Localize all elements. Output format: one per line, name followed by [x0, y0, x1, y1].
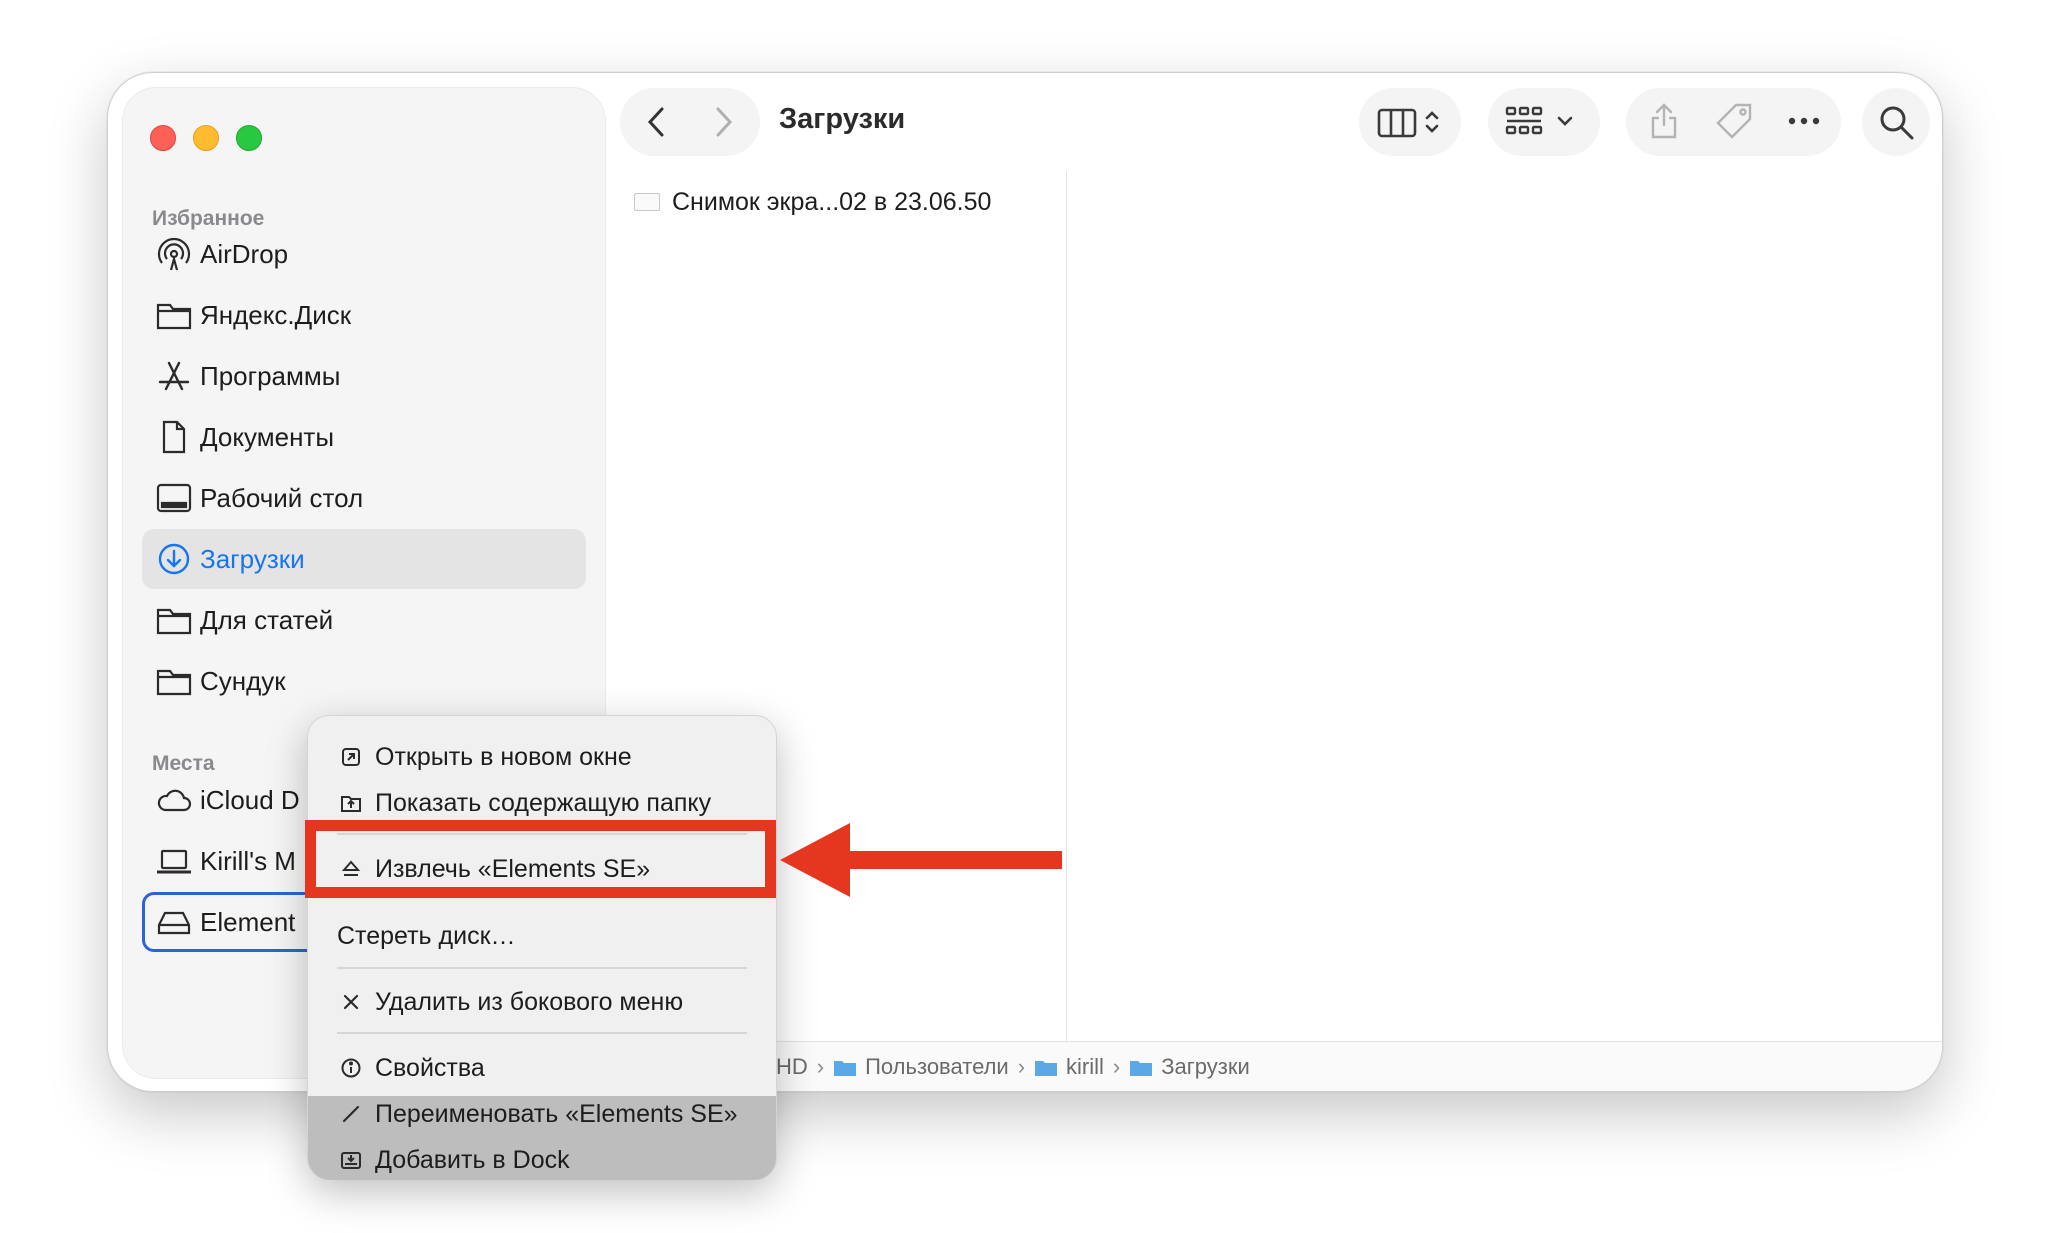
folder-icon — [156, 664, 192, 698]
forward-button[interactable] — [704, 104, 740, 140]
chevron-right-icon: › — [816, 1054, 825, 1079]
actions-group — [1626, 88, 1841, 156]
menu-separator — [337, 1032, 747, 1034]
group-by-group[interactable] — [1488, 88, 1600, 156]
menu-item-label: Стереть диск… — [337, 922, 516, 950]
sidebar-item-label: Kirill's M — [200, 845, 296, 876]
chevron-down-icon — [1556, 115, 1574, 129]
zoom-window-button[interactable] — [236, 125, 262, 151]
breadcrumb: HD › Пользователи › kirill › Загрузки — [776, 1054, 1250, 1080]
document-icon — [156, 420, 192, 454]
search-icon — [1876, 102, 1916, 142]
applications-icon — [156, 359, 192, 393]
menu-item-label: Добавить в Dock — [375, 1146, 570, 1174]
file-name: Снимок экра...02 в 23.06.50 — [672, 187, 992, 216]
desktop-icon — [156, 481, 192, 515]
crumb-label: kirill — [1066, 1054, 1104, 1079]
search-group[interactable] — [1862, 88, 1930, 156]
menu-item-label: Показать содержащую папку — [375, 789, 712, 817]
tag-icon[interactable] — [1714, 101, 1754, 141]
cloud-icon — [156, 783, 192, 817]
folder-icon — [156, 298, 192, 332]
crumb-home[interactable]: kirill — [1034, 1054, 1104, 1080]
info-icon — [340, 1057, 362, 1079]
sidebar-item-downloads[interactable]: Загрузки — [142, 529, 586, 589]
menu-item-label: Свойства — [375, 1054, 485, 1082]
context-menu: Открыть в новом окне Показать содержащую… — [307, 715, 777, 1180]
menu-separator — [337, 967, 747, 969]
sidebar-item-desktop[interactable]: Рабочий стол — [142, 468, 586, 528]
show-enclosing-folder-icon — [340, 792, 362, 814]
downloads-icon — [156, 542, 192, 576]
sidebar-item-airdrop[interactable]: AirDrop — [142, 224, 586, 284]
sidebar-item-label: Сундук — [200, 665, 286, 696]
open-new-window-icon — [340, 746, 362, 768]
screenshot-thumbnail-icon — [634, 193, 660, 211]
sidebar-item-label: AirDrop — [200, 238, 289, 269]
sidebar-item-chest[interactable]: Сундук — [142, 651, 586, 711]
sidebar-item-label: Документы — [200, 421, 335, 452]
crumb-downloads[interactable]: Загрузки — [1129, 1054, 1250, 1080]
menu-item-label: Удалить из бокового меню — [375, 988, 684, 1016]
crumb-label: Загрузки — [1161, 1054, 1250, 1079]
folder-icon — [834, 1060, 857, 1076]
more-icon[interactable] — [1784, 101, 1824, 141]
view-mode-group[interactable] — [1359, 88, 1461, 156]
chevron-right-icon: › — [1112, 1054, 1121, 1079]
sidebar-item-label: Для статей — [200, 604, 334, 635]
menu-item-label: Переименовать «Elements SE» — [375, 1100, 738, 1128]
menu-item-rename[interactable]: Переименовать «Elements SE» — [308, 1092, 776, 1136]
file-item[interactable]: Снимок экра...02 в 23.06.50 — [634, 183, 991, 221]
menu-item-erase-disk[interactable]: Стереть диск… — [308, 914, 776, 958]
menu-item-label: Открыть в новом окне — [375, 743, 632, 771]
sidebar-item-documents[interactable]: Документы — [142, 407, 586, 467]
sidebar-item-yandex-disk[interactable]: Яндекс.Диск — [142, 285, 586, 345]
crumb-label: Пользователи — [865, 1054, 1009, 1079]
menu-item-get-info[interactable]: Свойства — [308, 1046, 776, 1090]
dock-icon — [340, 1149, 362, 1171]
annotation-arrow-icon — [780, 823, 1062, 897]
sidebar-item-label: Загрузки — [200, 543, 305, 574]
columns-view-icon — [1377, 102, 1417, 142]
airdrop-icon — [156, 237, 192, 271]
sidebar-item-label: Рабочий стол — [200, 482, 364, 513]
folder-icon — [156, 603, 192, 637]
crumb-users[interactable]: Пользователи — [833, 1054, 1009, 1080]
window-title: Загрузки — [779, 103, 906, 135]
minimize-window-button[interactable] — [193, 125, 219, 151]
sidebar-item-label: Element — [200, 906, 296, 937]
rename-icon — [340, 1103, 362, 1125]
sidebar-item-applications[interactable]: Программы — [142, 346, 586, 406]
chevron-right-icon: › — [1017, 1054, 1026, 1079]
crumb-disk[interactable]: HD — [776, 1054, 808, 1080]
menu-item-open-new-window[interactable]: Открыть в новом окне — [308, 735, 776, 779]
group-icon — [1504, 102, 1544, 142]
chevron-updown-icon — [1423, 108, 1441, 136]
share-icon[interactable] — [1644, 101, 1684, 141]
menu-item-remove-from-sidebar[interactable]: Удалить из бокового меню — [308, 980, 776, 1024]
crumb-label: HD — [776, 1054, 808, 1079]
menu-item-show-enclosing-folder[interactable]: Показать содержащую папку — [308, 781, 776, 825]
laptop-icon — [156, 844, 192, 878]
back-button[interactable] — [640, 104, 676, 140]
sidebar-item-for-articles[interactable]: Для статей — [142, 590, 586, 650]
sidebar-item-label: Программы — [200, 360, 341, 391]
home-folder-icon — [1035, 1060, 1058, 1076]
navigation-group — [620, 88, 760, 156]
menu-item-add-to-dock[interactable]: Добавить в Dock — [308, 1138, 776, 1182]
column-divider[interactable] — [1066, 171, 1067, 1041]
path-bar: HD › Пользователи › kirill › Загрузки — [606, 1041, 1942, 1091]
drive-icon — [156, 905, 192, 939]
annotation-highlight-box — [305, 820, 776, 898]
close-window-button[interactable] — [150, 125, 176, 151]
sidebar-item-label: Яндекс.Диск — [200, 299, 352, 330]
sidebar-item-label: iCloud D — [200, 784, 300, 815]
remove-icon — [340, 991, 362, 1013]
downloads-folder-icon — [1130, 1060, 1153, 1076]
